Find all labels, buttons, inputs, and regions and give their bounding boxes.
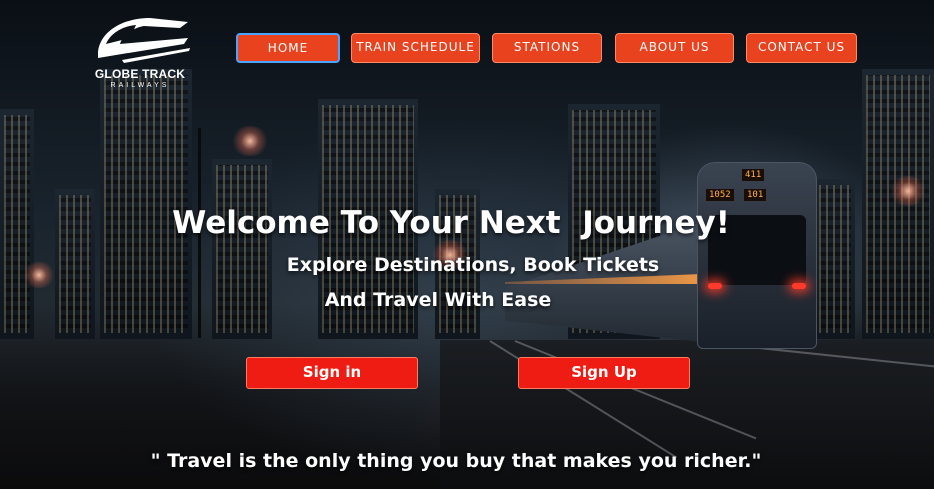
train-sign: 411	[742, 169, 765, 181]
hero-subline-1: Explore Destinations, Book Tickets	[286, 254, 660, 276]
rail	[514, 340, 757, 440]
nav-train-schedule-button[interactable]: TRAIN SCHEDULE	[351, 33, 480, 63]
nav-stations-button[interactable]: STATIONS	[492, 33, 602, 63]
nav-about-us-button[interactable]: ABOUT US	[615, 33, 734, 63]
lamp-glow	[230, 126, 270, 156]
building	[212, 159, 272, 339]
train-sign: 1052	[706, 189, 734, 201]
travel-quote: " Travel is the only thing you buy that …	[150, 450, 762, 472]
train-logo-icon	[98, 18, 190, 63]
lamp-glow	[888, 176, 928, 206]
nav-contact-us-button[interactable]: CONTACT US	[746, 33, 857, 63]
train-sign: 101	[744, 189, 767, 201]
hero-headline: Welcome To Your Next Journey!	[172, 204, 730, 241]
brand-name: GLOBE TRACK	[94, 67, 186, 81]
hero-subline-2: And Travel With Ease	[324, 289, 552, 311]
nav-home-button[interactable]: HOME	[236, 33, 340, 63]
sign-in-button[interactable]: Sign in	[246, 357, 418, 389]
brand-tagline: RAILWAYS	[110, 82, 170, 89]
brand-logo[interactable]: GLOBE TRACK RAILWAYS	[92, 14, 192, 94]
sign-up-button[interactable]: Sign Up	[518, 357, 690, 389]
